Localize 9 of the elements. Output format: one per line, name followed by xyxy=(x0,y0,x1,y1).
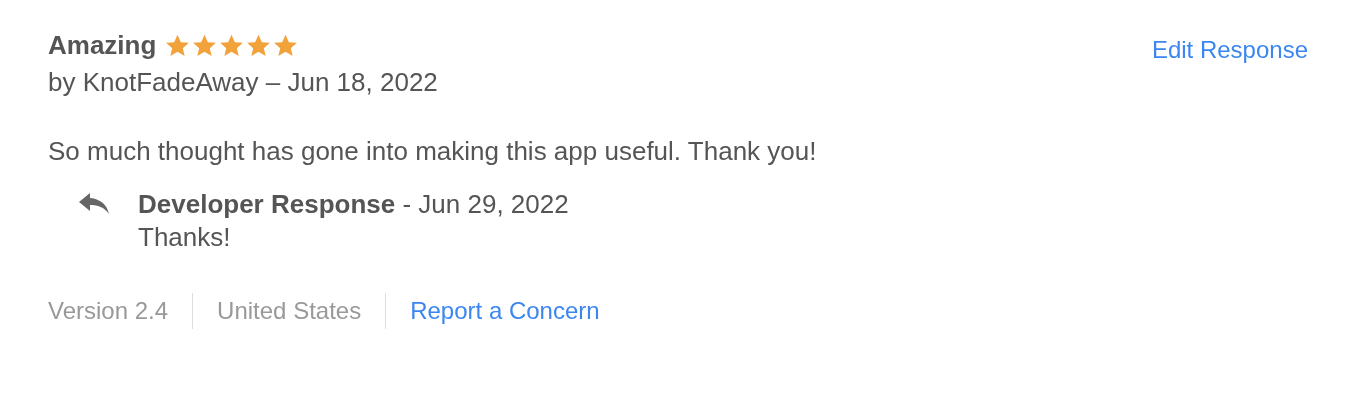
review-title: Amazing xyxy=(48,30,157,61)
edit-response-link[interactable]: Edit Response xyxy=(1151,36,1308,64)
response-text: Thanks! xyxy=(138,222,232,253)
review-byline: by KnotFadeAway – Jun 18, 2022 xyxy=(48,67,438,98)
developer-response-heading: Developer Response - Jun 29, 2022 xyxy=(138,189,569,220)
review-text: So much thought has gone into making this app useful. Thank you! xyxy=(48,136,818,167)
footer-info: Version 2.4 xyxy=(48,297,169,325)
report-link[interactable]: Report a Concern xyxy=(410,297,600,325)
footer-info: United States xyxy=(217,297,362,325)
